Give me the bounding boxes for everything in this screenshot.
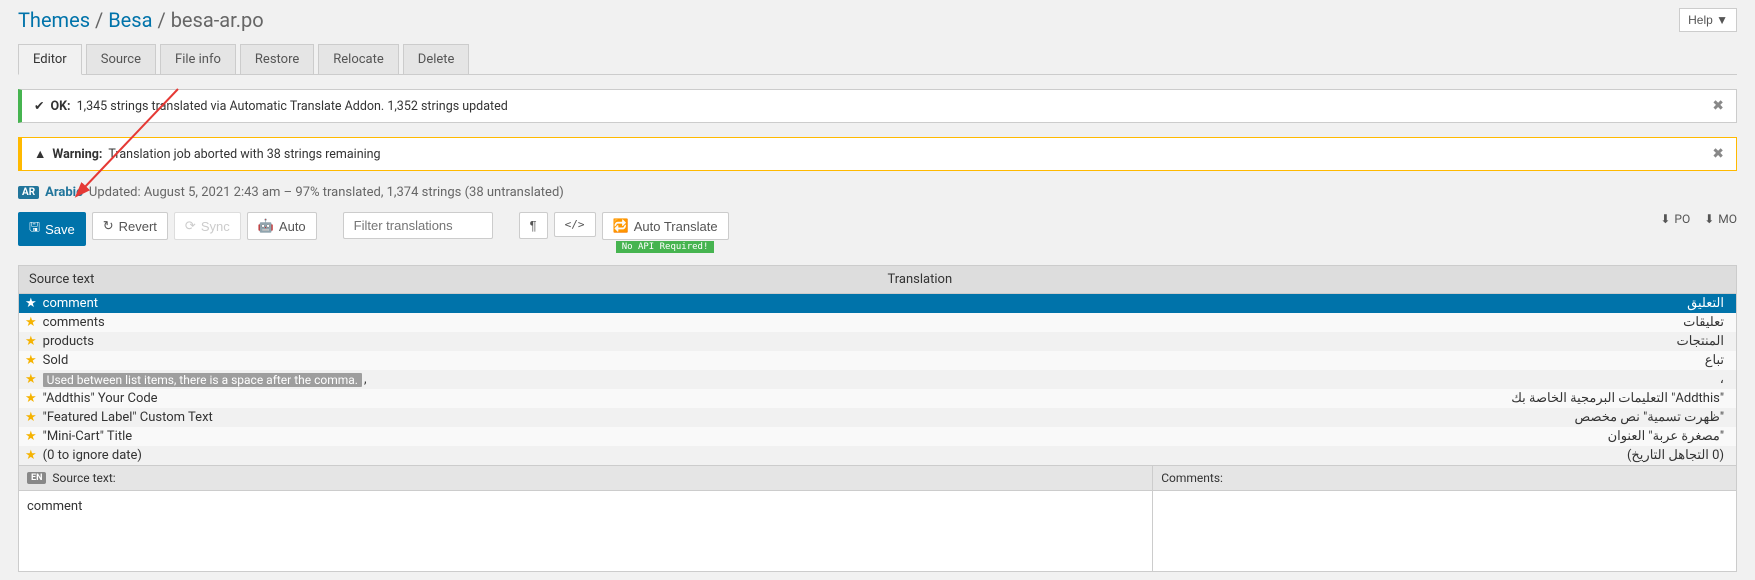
auto-button[interactable]: 🤖 Auto (247, 212, 317, 240)
translation-text: "ظهرت تسمية" نص مخصص (878, 410, 1731, 425)
source-hint: Used between list items, there is a spac… (43, 373, 362, 387)
translation-text: التعليق (878, 296, 1731, 311)
source-text: comments (43, 315, 105, 330)
table-header: Source text Translation (18, 265, 1737, 294)
tab-source[interactable]: Source (86, 44, 156, 74)
table-row[interactable]: ★ Used between list items, there is a spa… (19, 370, 1736, 389)
star-icon: ★ (25, 353, 37, 368)
source-text: Sold (43, 353, 69, 368)
save-icon: 🖫 (29, 218, 40, 240)
table-body: ★ comment التعليق ★ comments تعليقات ★ products… (18, 294, 1737, 466)
source-text: "Mini-Cart" Title (43, 429, 132, 444)
download-icon: ⬇ (1704, 212, 1714, 226)
auto-translate-button[interactable]: 🔁 Auto Translate (602, 212, 729, 240)
source-text: "Addthis" Your Code (43, 391, 158, 406)
toolbar: 🖫 Save ↻ Revert ⟳ Sync 🤖 Auto ¶ </> 🔁 Au… (18, 212, 1737, 253)
filter-input[interactable] (343, 212, 493, 239)
alert-ok-label: OK: (50, 99, 70, 114)
source-text: , (364, 372, 367, 387)
alert-warn-text: Translation job aborted with 38 strings … (108, 147, 380, 162)
warning-icon: ▲ (34, 147, 46, 162)
star-icon: ★ (25, 296, 37, 311)
save-button[interactable]: 🖫 Save (18, 212, 86, 246)
translation-text: "مصغرة عربة" العنوان (878, 429, 1731, 444)
table-row[interactable]: ★ Sold تباع (19, 351, 1736, 370)
source-text: "Featured Label" Custom Text (43, 410, 213, 425)
table-row[interactable]: ★ comments تعليقات (19, 313, 1736, 332)
revert-icon: ↻ (103, 218, 114, 234)
close-icon[interactable]: ✖ (1712, 98, 1724, 114)
translate-icon: 🔁 (613, 218, 629, 234)
star-icon: ★ (25, 315, 37, 330)
check-icon: ✔ (34, 98, 44, 114)
download-icon: ⬇ (1660, 212, 1670, 226)
alert-warn-label: Warning: (52, 147, 102, 162)
tabs: Editor Source File info Restore Relocate… (18, 44, 1737, 75)
mo-label: MO (1718, 212, 1737, 226)
comments-area[interactable] (1153, 491, 1736, 571)
auto-translate-label: Auto Translate (634, 219, 718, 234)
locale-name[interactable]: Arabic (45, 185, 83, 200)
download-po[interactable]: ⬇ PO (1660, 212, 1690, 226)
locale-info: Updated: August 5, 2021 2:43 am – 97% tr… (89, 185, 564, 200)
table-row[interactable]: ★ (0 to ignore date) (0 التجاهل التاريخ) (19, 446, 1736, 465)
table-row[interactable]: ★ "Featured Label" Custom Text "ظهرت تسمية… (19, 408, 1736, 427)
locale-row: AR Arabic Updated: August 5, 2021 2:43 a… (18, 185, 1737, 200)
source-text: (0 to ignore date) (43, 448, 142, 463)
translation-text: المنتجات (878, 334, 1731, 349)
en-badge: EN (27, 472, 46, 484)
table-row[interactable]: ★ "Addthis" Your Code "Addthis" التعليمات … (19, 389, 1736, 408)
no-api-badge: No API Required! (616, 241, 715, 253)
star-icon: ★ (25, 410, 37, 425)
col-trans-header: Translation (878, 266, 1737, 293)
col-source-header: Source text (19, 266, 878, 293)
star-icon: ★ (25, 372, 37, 387)
pilcrow-button[interactable]: ¶ (519, 212, 548, 239)
tab-editor[interactable]: Editor (18, 44, 82, 75)
breadcrumb-themes[interactable]: Themes (18, 8, 90, 32)
save-label: Save (45, 222, 75, 237)
robot-icon: 🤖 (258, 218, 274, 234)
translation-text: ، (878, 372, 1731, 387)
alert-warning: ▲ Warning: Translation job aborted with … (18, 137, 1737, 171)
tab-restore[interactable]: Restore (240, 44, 314, 74)
alert-ok-text: 1,345 strings translated via Automatic T… (77, 99, 508, 114)
help-button[interactable]: Help ▼ (1679, 8, 1737, 32)
star-icon: ★ (25, 448, 37, 463)
translation-text: "Addthis" التعليمات البرمجية الخاصة بك (878, 391, 1731, 406)
auto-label: Auto (279, 219, 306, 234)
table-row[interactable]: ★ "Mini-Cart" Title "مصغرة عربة" العنوان (19, 427, 1736, 446)
alert-success: ✔ OK: 1,345 strings translated via Autom… (18, 89, 1737, 123)
detail-panel: EN Source text: comment Comments: (18, 466, 1737, 572)
table-row[interactable]: ★ comment التعليق (19, 294, 1736, 313)
table-row[interactable]: ★ products المنتجات (19, 332, 1736, 351)
translation-text: (0 التجاهل التاريخ) (878, 448, 1731, 463)
revert-button[interactable]: ↻ Revert (92, 212, 168, 240)
revert-label: Revert (119, 219, 157, 234)
sync-label: Sync (201, 219, 230, 234)
star-icon: ★ (25, 391, 37, 406)
breadcrumb-besa[interactable]: Besa (108, 8, 152, 32)
tab-delete[interactable]: Delete (403, 44, 470, 74)
source-text: products (43, 334, 94, 349)
download-mo[interactable]: ⬇ MO (1704, 212, 1737, 226)
breadcrumb-file: besa-ar.po (171, 8, 264, 32)
sync-icon: ⟳ (185, 218, 196, 234)
comments-label: Comments: (1161, 471, 1223, 485)
code-button[interactable]: </> (554, 212, 596, 237)
star-icon: ★ (25, 334, 37, 349)
close-icon[interactable]: ✖ (1712, 146, 1724, 162)
sync-button: ⟳ Sync (174, 212, 241, 240)
tab-relocate[interactable]: Relocate (318, 44, 399, 74)
source-text-label: Source text: (52, 471, 115, 485)
source-text: comment (43, 296, 98, 311)
tab-file-info[interactable]: File info (160, 44, 236, 74)
breadcrumb: Themes / Besa / besa-ar.po (18, 8, 264, 32)
translation-text: تباع (878, 353, 1731, 368)
star-icon: ★ (25, 429, 37, 444)
translation-text: تعليقات (878, 315, 1731, 330)
po-label: PO (1674, 212, 1690, 226)
locale-badge: AR (18, 186, 39, 199)
source-text-value: comment (19, 491, 1152, 571)
